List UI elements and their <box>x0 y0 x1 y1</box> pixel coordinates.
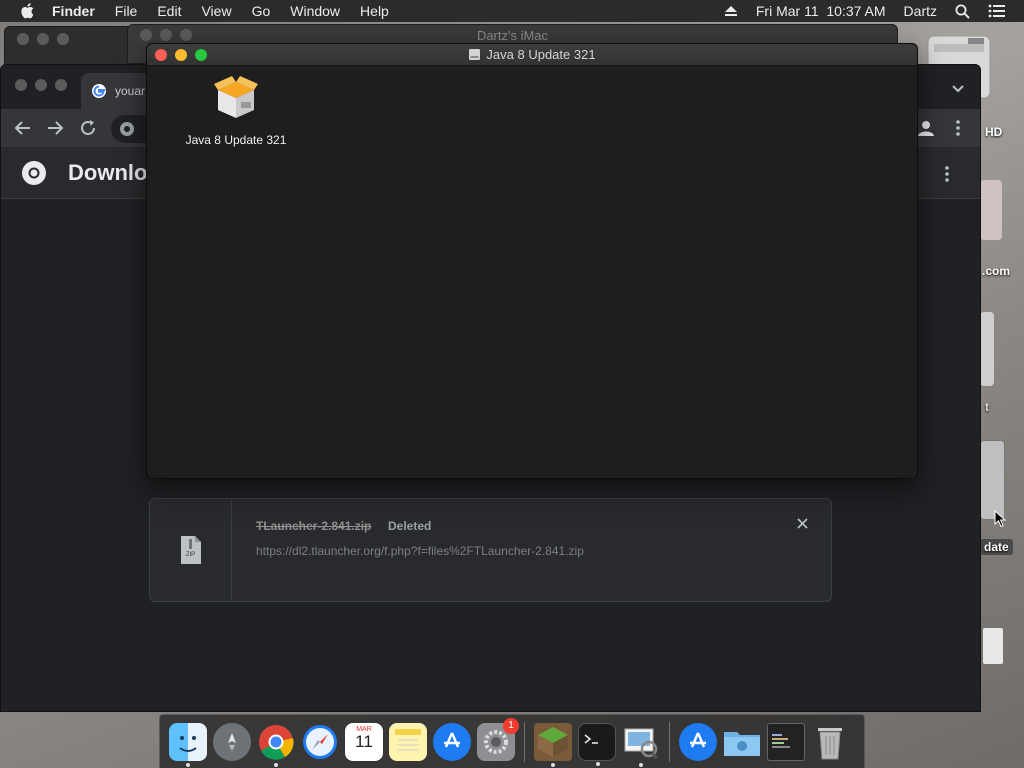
menu-file[interactable]: File <box>115 3 138 19</box>
menu-window[interactable]: Window <box>290 3 340 19</box>
java-installer-label: Java 8 Update 321 <box>185 133 287 147</box>
forward-arrow-icon[interactable] <box>46 119 64 142</box>
menu-user[interactable]: Dartz <box>904 3 937 19</box>
download-status: Deleted <box>388 519 432 533</box>
desktop-label-hd: HD <box>985 125 1003 139</box>
dock-separator-2 <box>669 721 670 762</box>
dock: MAR 11 1 <box>159 714 865 768</box>
chrome-window-controls[interactable] <box>15 79 75 91</box>
dock-folder-icon[interactable] <box>723 723 761 761</box>
dock-minecraft-icon[interactable] <box>534 722 572 767</box>
dock-app-store-icon[interactable] <box>433 722 471 761</box>
chrome-menu-icon[interactable] <box>955 119 961 142</box>
download-item-card: ZIP TLauncher-2.841.zip Deleted https://… <box>149 498 832 602</box>
desktop-installer-icon[interactable] <box>980 440 1005 520</box>
desktop-label-t: t <box>985 400 989 414</box>
calendar-day: 11 <box>355 731 373 751</box>
profile-icon[interactable] <box>917 119 935 142</box>
remove-download-close-icon[interactable] <box>797 516 808 533</box>
zip-file-type-label: ZIP <box>185 552 196 558</box>
menu-edit[interactable]: Edit <box>157 3 181 19</box>
chrome-tab-title: youar <box>115 84 146 98</box>
apple-menu-icon[interactable] <box>20 3 34 19</box>
download-filename[interactable]: TLauncher-2.841.zip <box>256 519 371 533</box>
dock-preview-icon[interactable] <box>622 723 660 767</box>
dock-launchpad-icon[interactable] <box>213 722 251 761</box>
background-finder-title: Dartz's iMac <box>476 28 549 43</box>
desktop-document-icon[interactable] <box>983 628 1003 664</box>
disk-image-icon <box>468 48 481 61</box>
menu-go[interactable]: Go <box>252 3 271 19</box>
chrome-tab[interactable]: youar <box>81 73 151 109</box>
dock-trash-icon[interactable] <box>811 723 849 761</box>
eject-icon[interactable] <box>724 5 738 17</box>
dock-app-store-download-icon[interactable] <box>679 722 717 761</box>
download-file-icon-column: ZIP <box>150 499 232 601</box>
system-preferences-badge: 1 <box>503 717 519 734</box>
mouse-cursor-icon <box>994 509 1007 533</box>
background-window-left[interactable] <box>4 26 134 66</box>
spotlight-search-icon[interactable] <box>955 4 970 19</box>
dock-system-preferences-icon[interactable]: 1 <box>477 717 519 761</box>
dock-safari-icon[interactable] <box>301 723 339 761</box>
dock-separator <box>524 721 525 762</box>
download-url[interactable]: https://dl2.tlauncher.org/f.php?f=files%… <box>256 544 584 558</box>
dock-chrome-icon[interactable] <box>257 723 295 767</box>
downloads-more-icon[interactable] <box>944 165 950 188</box>
menu-view[interactable]: View <box>201 3 231 19</box>
dock-finder-icon[interactable] <box>169 722 207 767</box>
back-arrow-icon[interactable] <box>14 119 32 142</box>
desktop-label-date: date <box>980 539 1013 555</box>
menu-bar: Finder File Edit View Go Window Help Fri… <box>0 0 1024 22</box>
desktop-label-com: .com <box>982 264 1011 278</box>
control-center-icon[interactable] <box>988 4 1006 18</box>
dock-notes-icon[interactable] <box>389 722 427 761</box>
google-icon <box>91 83 107 99</box>
chrome-site-icon <box>119 121 135 142</box>
desktop-drive-icon[interactable] <box>980 312 994 386</box>
finder-window-title: Java 8 Update 321 <box>486 47 596 62</box>
finder-titlebar[interactable]: Java 8 Update 321 <box>147 44 917 66</box>
java-installer-item[interactable]: Java 8 Update 321 <box>171 74 301 147</box>
tab-search-chevron-icon[interactable] <box>951 81 965 99</box>
menu-help[interactable]: Help <box>360 3 389 19</box>
menu-app-name[interactable]: Finder <box>52 3 95 19</box>
dock-terminal-icon[interactable] <box>578 722 616 766</box>
dock-calendar-icon[interactable]: MAR 11 <box>345 722 383 761</box>
chrome-logo-icon <box>21 160 47 191</box>
finder-window: Java 8 Update 321 Java 8 Update 321 <box>146 43 918 479</box>
java-package-icon <box>212 74 260 127</box>
menu-datetime[interactable]: Fri Mar 11 10:37 AM <box>756 3 886 19</box>
dock-screenshot-icon[interactable] <box>767 722 805 761</box>
desktop-item-icon[interactable] <box>980 180 1002 240</box>
reload-icon[interactable] <box>79 119 97 142</box>
zip-file-icon: ZIP <box>179 535 203 565</box>
